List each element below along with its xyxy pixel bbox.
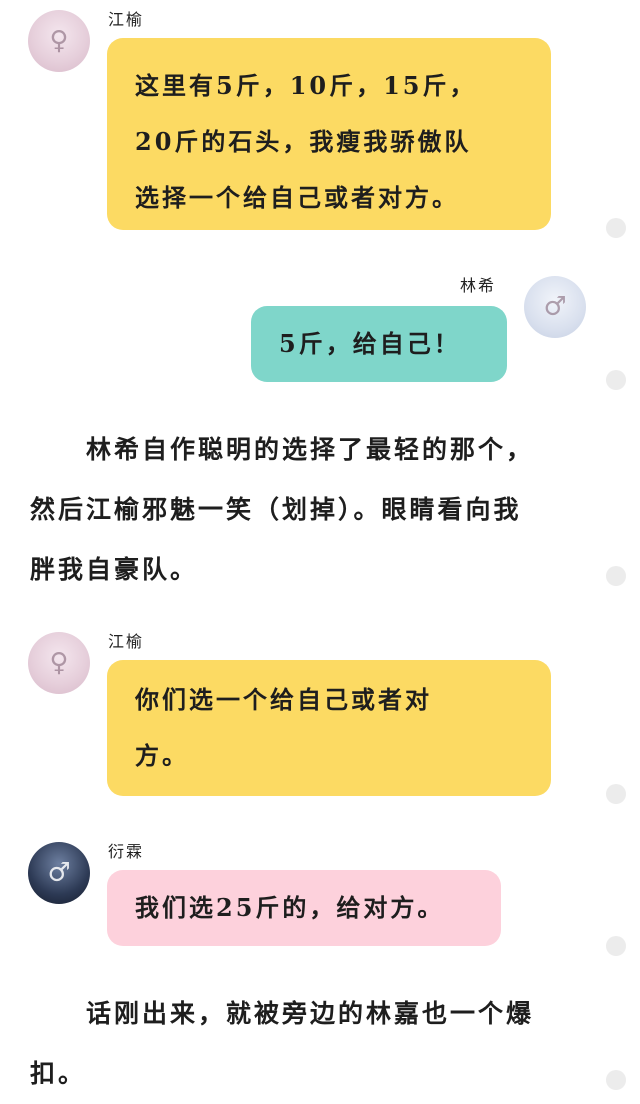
message-bubble: 你们选一个给自己或者对 方。 — [107, 660, 551, 796]
avatar-yanlin[interactable]: ♂ — [28, 842, 90, 904]
girl-portrait-icon: ♀ — [49, 648, 69, 678]
avatar-jiangyu[interactable]: ♀ — [28, 10, 90, 72]
message-bubble: 这里有5斤，10斤，15斤， 20斤的石头，我瘦我骄傲队 选择一个给自己或者对方… — [107, 38, 551, 230]
narration-paragraph: 话刚出来，就被旁边的林嘉也一个爆 扣。 — [30, 984, 590, 1104]
message-line: 20斤的石头，我瘦我骄傲队 — [135, 127, 472, 156]
sender-name: 衍霖 — [108, 842, 145, 861]
boy-portrait-icon: ♂ — [543, 292, 567, 322]
scroll-indicator-dot[interactable] — [606, 784, 626, 804]
narration-line: 扣。 — [30, 1059, 87, 1088]
scroll-indicator-dot[interactable] — [606, 936, 626, 956]
scroll-indicator-dot[interactable] — [606, 1070, 626, 1090]
message-line: 方。 — [135, 741, 189, 770]
narration-line: 胖我自豪队。 — [30, 555, 199, 584]
message-line: 选择一个给自己或者对方。 — [135, 183, 459, 212]
message-line: 我们选25斤的，给对方。 — [135, 893, 445, 922]
sender-name: 江榆 — [108, 10, 145, 29]
narration-line: 林希自作聪明的选择了最轻的那个， — [30, 435, 535, 464]
scroll-indicator-dot[interactable] — [606, 566, 626, 586]
message-line: 你们选一个给自己或者对 — [135, 685, 432, 714]
message-bubble: 我们选25斤的，给对方。 — [107, 870, 501, 946]
sender-name: 江榆 — [108, 632, 145, 651]
avatar-jiangyu[interactable]: ♀ — [28, 632, 90, 694]
sender-name: 林希 — [460, 276, 497, 295]
narration-line: 然后江榆邪魅一笑（划掉）。眼睛看向我 — [30, 495, 522, 524]
narration-line: 话刚出来，就被旁边的林嘉也一个爆 — [30, 999, 535, 1028]
girl-portrait-icon: ♀ — [49, 26, 69, 56]
scroll-indicator-dot[interactable] — [606, 218, 626, 238]
message-bubble: 5斤，给自己！ — [251, 306, 507, 382]
man-portrait-icon: ♂ — [47, 858, 71, 888]
narration-paragraph: 林希自作聪明的选择了最轻的那个， 然后江榆邪魅一笑（划掉）。眼睛看向我 胖我自豪… — [30, 420, 590, 600]
avatar-linxi[interactable]: ♂ — [524, 276, 586, 338]
message-line: 5斤，给自己！ — [279, 329, 461, 358]
scroll-indicator-dot[interactable] — [606, 370, 626, 390]
message-line: 这里有5斤，10斤，15斤， — [135, 71, 477, 100]
